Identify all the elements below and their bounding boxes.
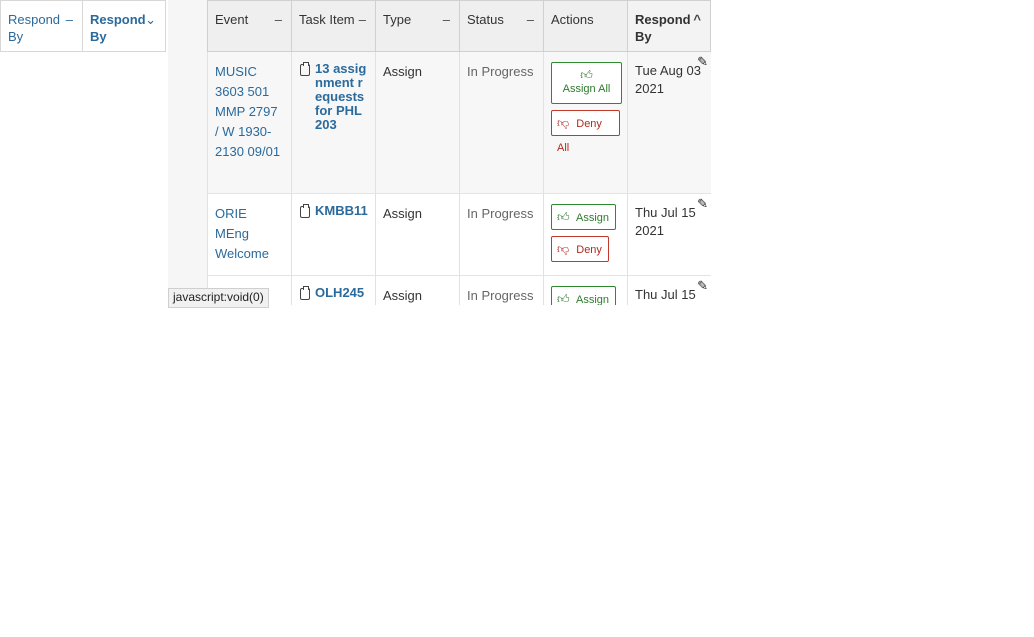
header-task-item-label: Task Item xyxy=(299,12,355,27)
type-cell: Assign xyxy=(375,194,459,275)
task-cell: KMBB11 xyxy=(291,194,375,275)
clipboard-icon xyxy=(300,62,310,76)
thumbs-down-icon: 👎︎ xyxy=(557,116,570,130)
task-link[interactable]: OLH245 xyxy=(315,286,364,300)
status-value: In Progress xyxy=(467,206,534,221)
sort-respond-by-label: Respond By xyxy=(8,12,61,44)
sort-header-strip: Respond By – Respond By ⌄ xyxy=(0,0,166,52)
table-row: ORIE MEng Welcome KMBB11 Assign In Progr… xyxy=(207,194,711,276)
table-row: l OLH245 Assign In Progress 👍︎ Assign Th… xyxy=(207,276,711,305)
clipboard-icon xyxy=(300,286,310,300)
assign-button[interactable]: 👍︎ Assign xyxy=(551,286,617,305)
task-link[interactable]: KMBB11 xyxy=(315,204,368,218)
table-gutter xyxy=(168,0,208,305)
event-cell: ORIE MEng Welcome xyxy=(207,194,291,275)
respond-by-cell: Thu Jul 15 ✎ xyxy=(627,276,711,305)
status-cell: In Progress xyxy=(459,52,543,193)
thumbs-up-icon: 👍︎ xyxy=(580,68,593,82)
respond-by-value: Thu Jul 15 2021 xyxy=(635,205,696,238)
header-event-label: Event xyxy=(215,12,249,27)
header-actions-label: Actions xyxy=(551,12,594,27)
collapse-icon[interactable]: – xyxy=(359,11,366,28)
actions-cell: 👍︎ Assign 👎︎ Deny xyxy=(543,194,627,275)
header-type-label: Type xyxy=(383,12,412,27)
edit-icon[interactable]: ✎ xyxy=(697,53,708,71)
status-cell: In Progress xyxy=(459,194,543,275)
header-type[interactable]: Type – xyxy=(375,0,459,52)
requests-table: Event – Task Item – Type – Status – Acti… xyxy=(207,0,711,305)
header-actions: Actions xyxy=(543,0,627,52)
deny-button[interactable]: 👎︎ Deny xyxy=(551,236,609,262)
collapse-icon[interactable]: – xyxy=(66,11,73,28)
edit-icon[interactable]: ✎ xyxy=(697,195,708,213)
collapse-icon[interactable]: – xyxy=(443,11,450,28)
clipboard-icon xyxy=(300,204,310,218)
actions-cell: 👍︎ Assign All 👎︎ Deny All xyxy=(543,52,627,193)
sort-respond-by-active-header[interactable]: Respond By ⌄ xyxy=(83,0,166,52)
respond-by-value: Thu Jul 15 xyxy=(635,287,696,302)
event-cell: MUSIC 3603 501 MMP 2797 / W 1930-2130 09… xyxy=(207,52,291,193)
task-cell: 13 assignment requests for PHL203 xyxy=(291,52,375,193)
type-value: Assign xyxy=(383,206,423,221)
collapse-icon[interactable]: – xyxy=(275,11,282,28)
assign-all-label: Assign All xyxy=(562,83,611,95)
header-event[interactable]: Event – xyxy=(207,0,291,52)
sort-respond-by-active-label: Respond By xyxy=(90,12,146,44)
status-value: In Progress xyxy=(467,288,534,303)
header-respond-by-label: Respond By xyxy=(635,12,691,44)
deny-all-button[interactable]: 👎︎ Deny All xyxy=(551,110,620,154)
chevron-down-icon[interactable]: ⌄ xyxy=(145,11,156,28)
event-link[interactable]: MUSIC 3603 501 MMP 2797 / W 1930-2130 09… xyxy=(215,64,280,159)
edit-icon[interactable]: ✎ xyxy=(697,277,708,295)
chevron-up-icon[interactable]: ^ xyxy=(693,11,701,28)
header-status[interactable]: Status – xyxy=(459,0,543,52)
status-value: In Progress xyxy=(467,64,534,79)
type-value: Assign xyxy=(383,64,423,79)
link-status-bar: javascript:void(0) xyxy=(168,288,269,308)
thumbs-down-icon: 👎︎ xyxy=(557,242,570,256)
header-status-label: Status xyxy=(467,12,504,27)
assign-button[interactable]: 👍︎ Assign xyxy=(551,204,617,230)
thumbs-up-icon: 👍︎ xyxy=(557,210,570,224)
assign-all-button[interactable]: 👍︎ Assign All xyxy=(551,62,622,104)
header-task-item[interactable]: Task Item – xyxy=(291,0,375,52)
assign-label: Assign xyxy=(576,212,610,224)
task-cell: OLH245 xyxy=(291,276,375,305)
status-cell: In Progress xyxy=(459,276,543,305)
actions-cell: 👍︎ Assign xyxy=(543,276,627,305)
assign-label: Assign xyxy=(576,294,610,305)
type-value: Assign xyxy=(383,288,423,303)
collapse-icon[interactable]: – xyxy=(527,11,534,28)
header-respond-by[interactable]: Respond By ^ xyxy=(627,0,711,52)
table-row: MUSIC 3603 501 MMP 2797 / W 1930-2130 09… xyxy=(207,52,711,194)
type-cell: Assign xyxy=(375,52,459,193)
type-cell: Assign xyxy=(375,276,459,305)
thumbs-up-icon: 👍︎ xyxy=(557,292,570,305)
deny-label: Deny xyxy=(576,244,602,256)
respond-by-cell: Tue Aug 03 2021 ✎ xyxy=(627,52,711,193)
sort-respond-by-header[interactable]: Respond By – xyxy=(0,0,83,52)
task-link[interactable]: 13 assignment requests for PHL203 xyxy=(315,62,368,132)
event-link[interactable]: ORIE MEng Welcome xyxy=(215,206,269,261)
respond-by-cell: Thu Jul 15 2021 ✎ xyxy=(627,194,711,275)
table-header: Event – Task Item – Type – Status – Acti… xyxy=(207,0,711,52)
respond-by-value: Tue Aug 03 2021 xyxy=(635,63,702,96)
